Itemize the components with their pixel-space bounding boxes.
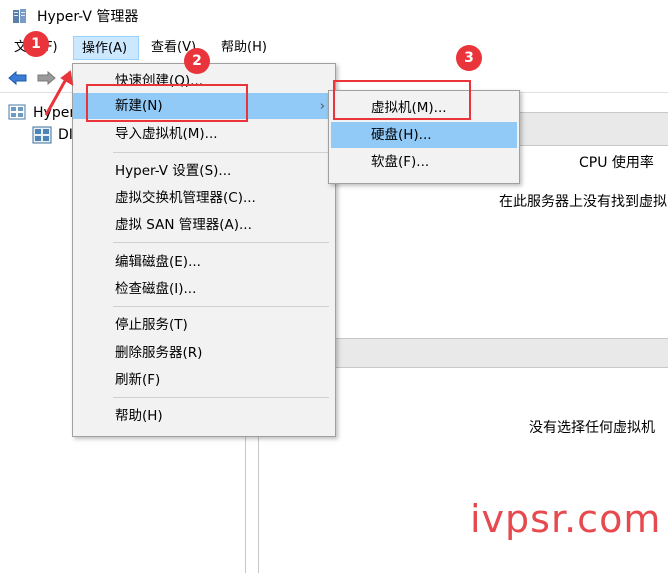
menu-separator	[113, 306, 329, 307]
no-selection-message: 没有选择任何虚拟机	[529, 420, 655, 436]
menu-help[interactable]: 帮助(H)	[217, 36, 271, 60]
annotation-box-new	[86, 84, 248, 122]
tree-item-hyperv[interactable]: Hyper	[33, 105, 75, 121]
menu-separator	[113, 242, 329, 243]
submenu-arrow-icon: ›	[319, 98, 325, 114]
annotation-badge-1: 1	[23, 31, 49, 57]
annotation-badge-3: 3	[456, 45, 482, 71]
menu-separator	[113, 152, 329, 153]
menu-item-refresh[interactable]: 刷新(F)	[73, 367, 335, 393]
server-node-icon	[32, 126, 52, 144]
menu-item-inspect-disk[interactable]: 检查磁盘(I)...	[73, 276, 335, 302]
menu-item-remove-server[interactable]: 删除服务器(R)	[73, 340, 335, 366]
hyperv-app-icon	[12, 8, 28, 24]
annotation-badge-2: 2	[184, 48, 210, 74]
server-tree-icon	[8, 104, 26, 120]
menu-item-stop-service[interactable]: 停止服务(T)	[73, 312, 335, 338]
menu-item-vsan-manager[interactable]: 虚拟 SAN 管理器(A)...	[73, 212, 335, 238]
menu-item-import-vm[interactable]: 导入虚拟机(M)...	[73, 121, 335, 147]
back-arrow-icon[interactable]	[8, 70, 28, 86]
menu-action[interactable]: 操作(A)	[73, 36, 139, 60]
forward-arrow-icon[interactable]	[36, 70, 56, 86]
tree-item-server[interactable]: DI	[58, 127, 73, 143]
submenu-item-floppy-disk[interactable]: 软盘(F)...	[329, 149, 519, 175]
empty-vm-message: 在此服务器上没有找到虚拟	[499, 194, 667, 210]
submenu-item-hard-disk[interactable]: 硬盘(H)...	[331, 122, 517, 148]
window-title: Hyper-V 管理器	[37, 9, 139, 25]
menu-separator	[113, 397, 329, 398]
watermark: ivpsr.com	[470, 497, 662, 541]
menu-item-help[interactable]: 帮助(H)	[73, 403, 335, 429]
annotation-box-virtual-machine	[333, 80, 471, 120]
menu-item-hyperv-settings[interactable]: Hyper-V 设置(S)...	[73, 158, 335, 184]
column-header-cpu[interactable]: CPU 使用率	[579, 152, 654, 172]
menu-item-edit-disk[interactable]: 编辑磁盘(E)...	[73, 249, 335, 275]
menu-item-vswitch-manager[interactable]: 虚拟交换机管理器(C)...	[73, 185, 335, 211]
